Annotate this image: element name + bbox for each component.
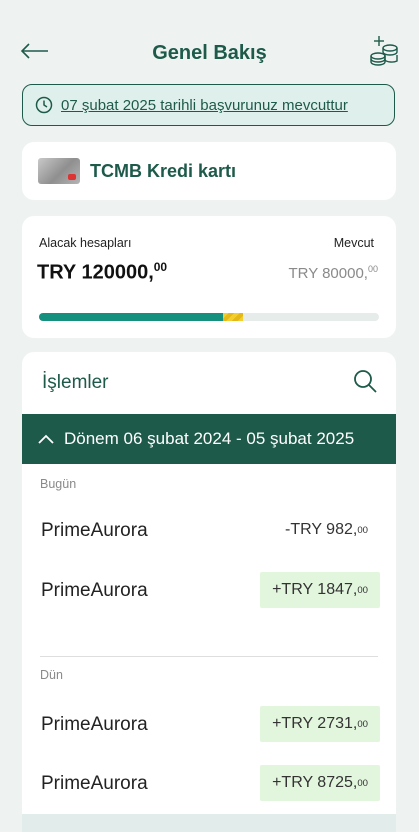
transaction-name: PrimeAurora [41, 773, 148, 794]
card-name: TCMB Kredi kartı [90, 160, 237, 181]
available-label: Mevcut [333, 236, 374, 250]
available-amount: TRY 80000,00 [288, 264, 378, 282]
transaction-row[interactable]: PrimeAurora +TRY 1847, 00 [22, 570, 396, 610]
chevron-up-icon [38, 434, 54, 444]
coins-plus-icon [370, 36, 398, 66]
section-divider [40, 656, 378, 657]
transaction-row[interactable]: PrimeAurora -TRY 982, 00 [22, 510, 396, 550]
coins-button[interactable] [367, 34, 401, 68]
receivables-label: Alacak hesapları [39, 236, 132, 250]
period-text: Dönem 06 şubat 2024 - 05 şubat 2025 [64, 429, 355, 448]
transaction-amount: +TRY 1847, 00 [260, 572, 380, 608]
page-title: Genel Bakış [152, 42, 267, 64]
receivables-amount: TRY 120000,00 [37, 260, 168, 284]
transaction-name: PrimeAurora [41, 714, 148, 735]
limit-progress-bar [39, 313, 379, 321]
clock-icon [35, 96, 53, 114]
transactions-title: İşlemler [42, 372, 109, 393]
transaction-name: PrimeAurora [41, 520, 148, 541]
search-icon [354, 370, 377, 393]
bottom-strip [22, 814, 396, 832]
transaction-row[interactable]: PrimeAurora +TRY 2731, 00 [22, 704, 396, 744]
header: Genel Bakış [0, 28, 419, 80]
period-selector[interactable]: Dönem 06 şubat 2024 - 05 şubat 2025 [22, 414, 396, 464]
section-label-yesterday: Dün [40, 668, 63, 682]
transaction-name: PrimeAurora [41, 580, 148, 601]
transaction-amount: +TRY 2731, 00 [260, 706, 380, 742]
balance-card: Alacak hesapları Mevcut TRY 120000,00 TR… [22, 216, 396, 338]
progress-fill [39, 313, 229, 321]
transaction-amount: +TRY 8725, 00 [260, 765, 380, 801]
application-banner[interactable]: 07 şubat 2025 tarihli başvurunuz mevcutt… [22, 84, 395, 126]
credit-card-image [38, 158, 80, 184]
credit-card-tile[interactable]: TCMB Kredi kartı [22, 142, 396, 200]
section-label-today: Bugün [40, 477, 77, 491]
progress-marker [223, 313, 243, 321]
search-button[interactable] [352, 368, 380, 396]
transaction-row[interactable]: PrimeAurora +TRY 8725, 00 [22, 763, 396, 803]
banner-text: 07 şubat 2025 tarihli başvurunuz mevcutt… [61, 96, 348, 114]
transaction-amount: -TRY 982, 00 [284, 521, 368, 538]
transactions-card: İşlemler Dönem 06 şubat 2024 - 05 şubat … [22, 352, 396, 832]
